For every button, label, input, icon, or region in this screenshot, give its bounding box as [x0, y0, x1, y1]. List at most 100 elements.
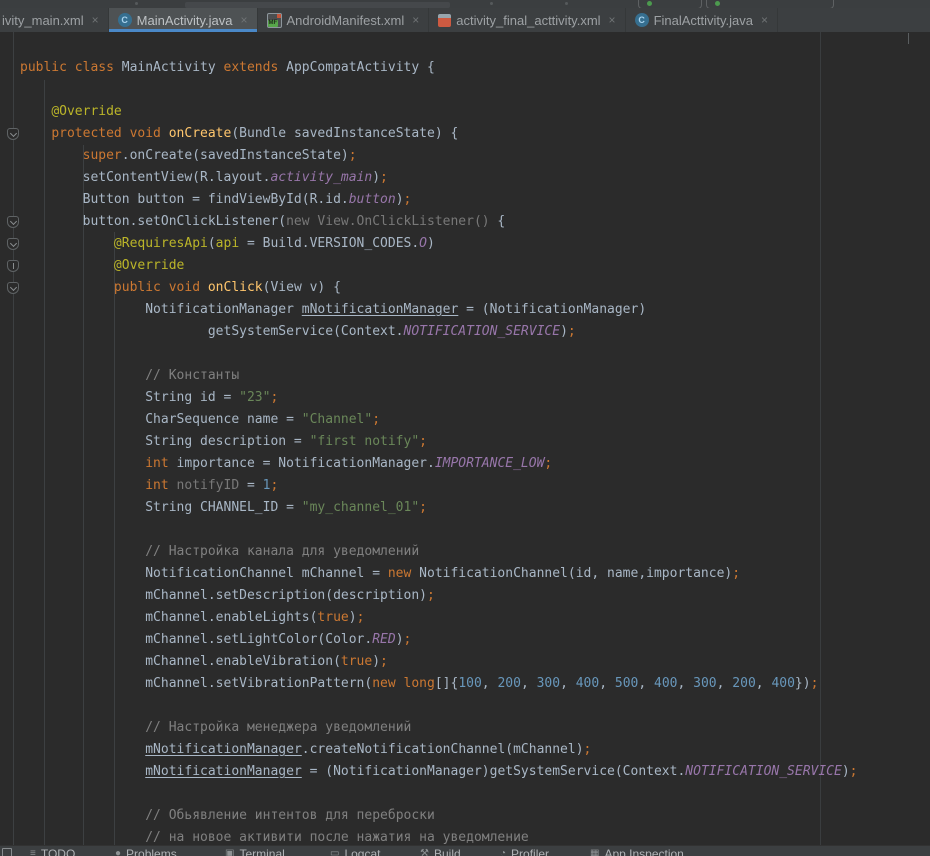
fold-marker-icon[interactable] — [7, 128, 19, 140]
token-id: .createNotificationChannel(mChannel) — [302, 742, 584, 757]
token-id: ) — [396, 192, 404, 207]
code-line-21: String CHANNEL_ID = "my_channel_01"; — [20, 497, 427, 519]
token-id: mChannel.enableVibration( — [20, 654, 341, 669]
token-kw: protected void — [51, 126, 168, 141]
token-num: 400 — [654, 676, 677, 691]
gutter-fold-line — [13, 32, 14, 845]
token-meth: onCreate — [169, 126, 232, 141]
token-semi: ; — [568, 324, 576, 339]
token-kw: public class — [20, 60, 122, 75]
token-id: .onCreate(savedInstanceState) — [122, 148, 349, 163]
fold-marker-icon[interactable] — [7, 282, 19, 294]
code-line-25: mChannel.setDescription(description); — [20, 585, 435, 607]
token-kw: int — [145, 456, 168, 471]
token-ann: @Override — [114, 258, 184, 273]
token-meth: onClick — [208, 280, 263, 295]
tab-close-icon[interactable]: × — [761, 13, 768, 27]
fold-marker-icon[interactable] — [7, 238, 19, 250]
token-id: = (NotificationManager) — [458, 302, 646, 317]
token-id: MainActivity — [122, 60, 224, 75]
token-str: "my_channel_01" — [302, 500, 419, 515]
code-line-15: // Константы — [20, 365, 239, 387]
tab-label: FinalActtivity.java — [654, 13, 753, 28]
token-id: , — [482, 676, 498, 691]
token-ann: @Override — [51, 104, 121, 119]
token-kw: true — [341, 654, 372, 669]
toolbar-icon[interactable] — [565, 2, 568, 5]
token-ann: @RequiresApi — [114, 236, 208, 251]
token-id — [20, 368, 145, 383]
token-num: 400 — [771, 676, 794, 691]
token-uvar: mNotificationManager — [145, 742, 302, 757]
tab-close-icon[interactable]: × — [92, 13, 99, 27]
token-kw: public void — [114, 280, 208, 295]
token-const: IMPORTANCE_LOW — [435, 456, 545, 471]
debug-icon — [715, 1, 720, 6]
tab-mainactivity-java[interactable]: CMainActivity.java× — [109, 8, 258, 32]
token-id: ) — [372, 170, 380, 185]
token-id: mChannel.setLightColor(Color. — [20, 632, 372, 647]
token-id: String description = — [20, 434, 310, 449]
layout-file-icon — [438, 14, 451, 27]
token-str: "first notify" — [310, 434, 420, 449]
fold-marker-icon[interactable] — [7, 216, 19, 228]
tab-androidmanifest-xml[interactable]: AndroidManifest.xml× — [258, 8, 430, 32]
tab-close-icon[interactable]: × — [412, 13, 419, 27]
token-id: , — [678, 676, 694, 691]
token-kw: super — [83, 148, 122, 163]
token-id — [20, 104, 51, 119]
editor-tab-bar: ivity_main.xml×CMainActivity.java×Androi… — [0, 8, 930, 32]
tab-activity-final-acttivity-xml[interactable]: activity_final_acttivity.xml × — [429, 8, 625, 32]
token-str: "Channel" — [302, 412, 372, 427]
tab-close-icon[interactable]: × — [240, 13, 247, 27]
token-id: NotificationChannel mChannel = — [20, 566, 388, 581]
right-margin-guide — [820, 32, 821, 845]
token-const: NOTIFICATION_SERVICE — [685, 764, 842, 779]
token-id: ) — [427, 236, 435, 251]
token-id — [20, 478, 145, 493]
token-semi: ; — [419, 434, 427, 449]
token-num: 400 — [576, 676, 599, 691]
token-id: = Build.VERSION_CODES. — [239, 236, 419, 251]
token-id: []{ — [435, 676, 458, 691]
token-id — [20, 126, 51, 141]
token-id: NotificationManager — [20, 302, 302, 317]
code-line-28: mChannel.enableVibration(true); — [20, 651, 388, 673]
tab-label: ivity_main.xml — [2, 13, 84, 28]
token-id — [20, 720, 145, 735]
code-line-27: mChannel.setLightColor(Color.RED); — [20, 629, 411, 651]
code-line-18: String description = "first notify"; — [20, 431, 427, 453]
token-id: ) — [560, 324, 568, 339]
token-id: , — [560, 676, 576, 691]
token-id: NotificationChannel(id, name,importance) — [411, 566, 732, 581]
token-const: NOTIFICATION_SERVICE — [404, 324, 561, 339]
tab-close-icon[interactable]: × — [609, 13, 616, 27]
code-editor[interactable]: public class MainActivity extends AppCom… — [0, 32, 930, 845]
fold-marker-icon[interactable] — [7, 260, 19, 272]
tab-label: activity_final_acttivity.xml — [456, 13, 600, 28]
code-line-9: @RequiresApi(api = Build.VERSION_CODES.O… — [20, 233, 435, 255]
token-semi: ; — [349, 148, 357, 163]
toolbar-icon[interactable] — [490, 2, 493, 5]
code-line-11: public void onClick(View v) { — [20, 277, 341, 299]
token-semi: ; — [732, 566, 740, 581]
token-id: mChannel.enableLights( — [20, 610, 317, 625]
token-id: mChannel.setDescription(description) — [20, 588, 427, 603]
code-line-7: Button button = findViewById(R.id.button… — [20, 189, 411, 211]
tab-ivity-main-xml[interactable]: ivity_main.xml × — [0, 8, 109, 32]
code-line-10: @Override — [20, 255, 184, 277]
token-kw: true — [317, 610, 348, 625]
token-id — [20, 764, 145, 779]
token-id: ) — [349, 610, 357, 625]
toolbar-icon[interactable] — [135, 2, 138, 5]
token-kw: extends — [224, 60, 287, 75]
token-id: setContentView(R.layout. — [20, 170, 270, 185]
token-str: "23" — [239, 390, 270, 405]
java-class-icon: C — [635, 13, 649, 27]
tab-finalacttivity-java[interactable]: C FinalActtivity.java × — [626, 8, 778, 32]
token-num: 200 — [732, 676, 755, 691]
token-com: // Константы — [145, 368, 239, 383]
code-line-3: @Override — [20, 101, 122, 123]
token-gray: new View.OnClickListener() — [286, 214, 490, 229]
token-semi: ; — [404, 192, 412, 207]
